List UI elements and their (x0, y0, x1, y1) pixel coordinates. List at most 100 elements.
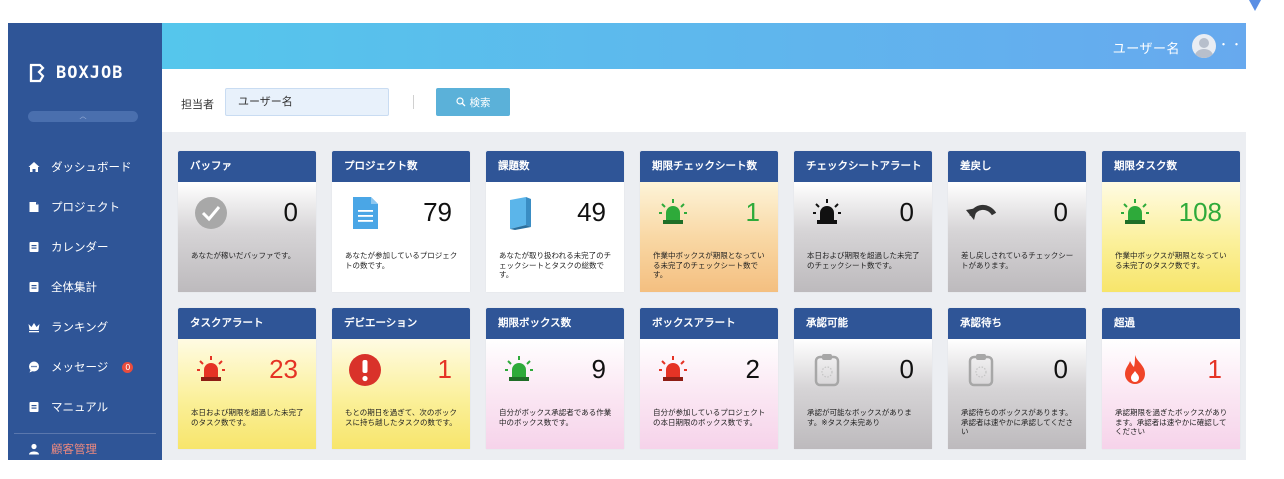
card-description: あなたが稼いだバッファです。 (191, 251, 296, 260)
card-title: バッファ (178, 151, 316, 182)
card-body: 49 あなたが取り扱われる未完了のチェックシートとタスクの総数です。 (486, 182, 624, 292)
sidebar-nav: ダッシュボード プロジェクト カレンダー 全体集計 ランキング メッセージ 0 … (8, 147, 162, 427)
card-title: 期限チェックシート数 (640, 151, 778, 182)
folder-icon (29, 202, 39, 212)
card-description: 自分がボックス承認者である作業中のボックス数です。 (499, 408, 612, 427)
card-box-alert[interactable]: ボックスアラート 2 自分が参加しているプロジェクトの本日期限のボックス数です。 (640, 308, 778, 449)
chevron-up-icon: ︿ (79, 112, 87, 120)
undo-arrow-icon (966, 205, 997, 220)
sidebar-item-label: カレンダー (51, 240, 109, 254)
card-body: 1 作業中ボックスが期限となっている未完了のチェックシート数です。 (640, 182, 778, 292)
sidebar-item-dashboard[interactable]: ダッシュボード (8, 147, 162, 187)
card-value: 1 (745, 197, 760, 227)
message-count-badge: 0 (122, 361, 134, 373)
card-value: 0 (283, 197, 298, 227)
card-project-count[interactable]: プロジェクト数 79 あなたが参加しているプロジェクトの数です。 (332, 151, 470, 292)
card-body: 9 自分がボックス承認者である作業中のボックス数です。 (486, 339, 624, 449)
sidebar-item-message[interactable]: メッセージ 0 (8, 347, 162, 387)
card-description: 作業中ボックスが期限となっている未完了のタスク数です。 (1115, 251, 1227, 270)
assignee-input[interactable]: ユーザー名 (225, 88, 389, 116)
top-caret-icon (1249, 0, 1261, 11)
avatar[interactable] (1192, 34, 1216, 58)
card-title: プロジェクト数 (332, 151, 470, 182)
card-overdue[interactable]: 超過 1 承認期限を過ぎたボックスがあります。承認者は速やかに確認してください (1102, 308, 1240, 449)
card-approvable[interactable]: 承認可能 0 承認が可能なボックスがあります。※タスク未完あり (794, 308, 932, 449)
card-title: タスクアラート (178, 308, 316, 339)
user-name[interactable]: ユーザー名 (1113, 38, 1180, 57)
check-circle-icon (195, 197, 227, 229)
card-deadline-task[interactable]: 期限タスク数 108 作業中ボックスが期限となっている未完了のタスク数です。 (1102, 151, 1240, 292)
sidebar-item-summary[interactable]: 全体集計 (8, 267, 162, 307)
card-description: 承認期限を過ぎたボックスがあります。承認者は速やかに確認してください (1115, 408, 1228, 436)
card-description: 作業中ボックスが期限となっている未完了のチェックシート数です。 (653, 251, 765, 279)
sidebar-item-label: ダッシュボード (51, 160, 132, 174)
clipboard-icon (968, 354, 994, 387)
user-menu-more[interactable]: ・・ (1218, 36, 1244, 52)
card-title: 差戻し (948, 151, 1086, 182)
card-title: 承認待ち (948, 308, 1086, 339)
filter-divider (413, 95, 414, 109)
sidebar-item-label: マニュアル (51, 400, 109, 414)
card-body: 79 あなたが参加しているプロジェクトの数です。 (332, 182, 470, 292)
card-body: 23 本日および期限を超過した未完了のタスク数です。 (178, 339, 316, 449)
card-title: 期限タスク数 (1102, 151, 1240, 182)
card-body: 0 本日および期限を超過した未完了のチェックシート数です。 (794, 182, 932, 292)
card-value: 1 (1207, 354, 1222, 384)
card-value: 2 (745, 354, 760, 384)
card-value: 79 (423, 197, 452, 227)
card-body: 108 作業中ボックスが期限となっている未完了のタスク数です。 (1102, 182, 1240, 292)
card-awaiting-approval[interactable]: 承認待ち 0 承認待ちのボックスがあります。承認者は速やかに承認してください (948, 308, 1086, 449)
red-siren-icon (659, 356, 687, 381)
sidebar-item-ranking[interactable]: ランキング (8, 307, 162, 347)
top-header: ユーザー名 ・・ (162, 23, 1246, 69)
card-description: 承認待ちのボックスがあります。承認者は速やかに承認してください (961, 408, 1074, 436)
card-body: 1 承認期限を過ぎたボックスがあります。承認者は速やかに確認してください (1102, 339, 1240, 449)
book-icon (510, 197, 531, 230)
card-returned[interactable]: 差戻し 0 差し戻しされているチェックシートがあります。 (948, 151, 1086, 292)
card-title: ボックスアラート (640, 308, 778, 339)
card-buffer[interactable]: バッファ 0 あなたが稼いだバッファです。 (178, 151, 316, 292)
card-task-alert[interactable]: タスクアラート 23 本日および期限を超過した未完了のタスク数です。 (178, 308, 316, 449)
card-value: 0 (899, 197, 914, 227)
sidebar-item-manual[interactable]: マニュアル (8, 387, 162, 427)
card-body: 0 承認待ちのボックスがあります。承認者は速やかに承認してください (948, 339, 1086, 449)
summary-icon (29, 282, 39, 292)
sidebar-item-label: ランキング (51, 320, 109, 334)
logo-text: BOXJOB (56, 63, 124, 83)
book-icon (29, 402, 39, 412)
sidebar-divider (14, 433, 156, 434)
sidebar-item-project[interactable]: プロジェクト (8, 187, 162, 227)
calendar-icon (29, 242, 39, 252)
card-issue-count[interactable]: 課題数 49 あなたが取り扱われる未完了のチェックシートとタスクの総数です。 (486, 151, 624, 292)
app-window: BOXJOB ︿ ダッシュボード プロジェクト カレンダー 全体集計 ランキング… (8, 23, 1246, 460)
card-value: 23 (269, 354, 298, 384)
sidebar-item-customer[interactable]: 顧客管理 (8, 437, 162, 460)
card-description: 承認が可能なボックスがあります。※タスク未完あり (807, 408, 912, 427)
card-body: 0 承認が可能なボックスがあります。※タスク未完あり (794, 339, 932, 449)
card-value: 49 (577, 197, 606, 227)
card-value: 108 (1178, 197, 1222, 227)
chat-icon (29, 361, 39, 373)
sidebar-item-calendar[interactable]: カレンダー (8, 227, 162, 267)
card-description: 本日および期限を超過した未完了のチェックシート数です。 (807, 251, 920, 270)
card-title: 超過 (1102, 308, 1240, 339)
card-title: チェックシートアラート (794, 151, 932, 182)
assignee-label: 担当者 (181, 98, 214, 111)
filter-bar: 担当者 ユーザー名 検索 (162, 69, 1246, 132)
green-siren-icon (1121, 199, 1149, 224)
search-button[interactable]: 検索 (436, 88, 510, 116)
sidebar-item-label: 全体集計 (51, 280, 97, 294)
card-checksheet-alert[interactable]: チェックシートアラート 0 本日および期限を超過した未完了のチェックシート数です… (794, 151, 932, 292)
card-body: 1 もとの期日を過ぎて、次のボックスに持ち越したタスクの数です。 (332, 339, 470, 449)
logo[interactable]: BOXJOB (28, 61, 123, 85)
card-deadline-box[interactable]: 期限ボックス数 9 自分がボックス承認者である作業中のボックス数です。 (486, 308, 624, 449)
card-value: 0 (899, 354, 914, 384)
crown-icon (28, 323, 40, 333)
sidebar-collapse-button[interactable]: ︿ (28, 111, 138, 122)
card-deadline-checksheet[interactable]: 期限チェックシート数 1 作業中ボックスが期限となっている未完了のチェックシート… (640, 151, 778, 292)
card-value: 0 (1053, 197, 1068, 227)
card-deviation[interactable]: デビエーション 1 もとの期日を過ぎて、次のボックスに持ち越したタスクの数です。 (332, 308, 470, 449)
sidebar-item-label: メッセージ (51, 360, 109, 374)
card-description: あなたが参加しているプロジェクトの数です。 (345, 251, 458, 270)
card-value: 1 (437, 354, 452, 384)
